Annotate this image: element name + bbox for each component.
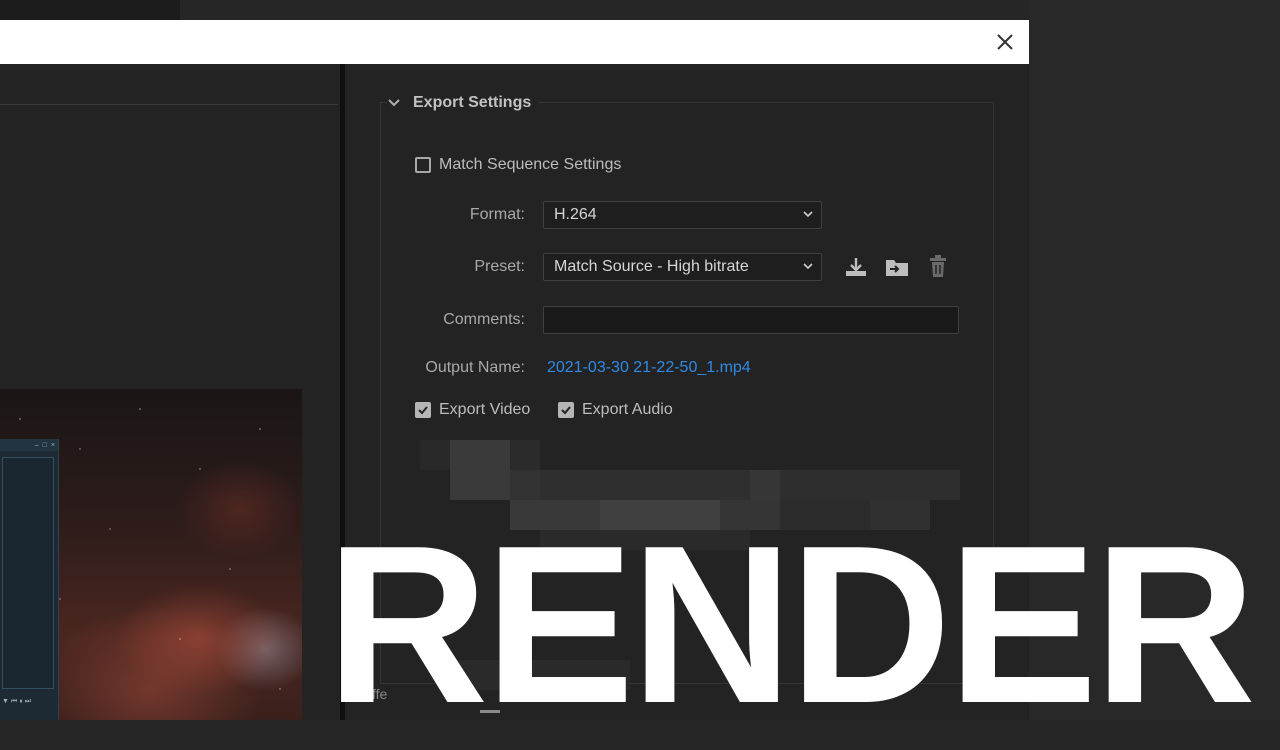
delete-preset-button[interactable]: [925, 254, 951, 280]
format-dropdown[interactable]: H.264: [543, 201, 822, 229]
app-top-strip: [0, 0, 180, 20]
save-preset-icon: [846, 258, 866, 276]
delete-preset-icon: [930, 255, 946, 277]
import-preset-icon: [886, 260, 908, 276]
dialog-titlebar: [0, 20, 1029, 64]
output-name-label: Output Name:: [425, 359, 525, 376]
preset-dropdown[interactable]: Match Source - High bitrate: [543, 253, 822, 281]
pixel-block: [540, 470, 750, 500]
export-video-checkbox[interactable]: Export Video: [415, 401, 530, 419]
pixel-block: [510, 470, 540, 500]
section-title: Export Settings: [413, 94, 532, 111]
nested-content: [2, 457, 54, 689]
nested-playback-controls: ▼⏮⏸⏭: [2, 698, 34, 705]
export-video-label: Export Video: [439, 401, 531, 418]
video-preview: – □ × ▼⏮⏸⏭: [0, 389, 302, 720]
checkbox-box[interactable]: [415, 157, 431, 173]
nested-maximize-icon: □: [42, 441, 47, 449]
preset-label: Preset:: [474, 258, 525, 275]
nested-app-window: – □ × ▼⏮⏸⏭: [0, 439, 59, 720]
checkbox-box[interactable]: [558, 402, 574, 418]
source-preview-pane: – □ × ▼⏮⏸⏭: [0, 64, 340, 720]
match-sequence-label: Match Sequence Settings: [439, 156, 622, 173]
export-audio-checkbox[interactable]: Export Audio: [558, 401, 673, 419]
pixel-block: [420, 440, 450, 470]
save-preset-button[interactable]: [843, 254, 869, 280]
pixel-block: [510, 440, 540, 470]
chevron-down-icon: [803, 211, 813, 218]
chevron-down-icon: [803, 263, 813, 270]
tab-divider: [0, 104, 338, 105]
nested-minimize-icon: –: [34, 441, 39, 449]
checkbox-box[interactable]: [415, 402, 431, 418]
import-preset-button[interactable]: [884, 254, 910, 280]
nested-titlebar: – □ ×: [0, 439, 58, 451]
nested-close-icon: ×: [50, 441, 55, 449]
close-button[interactable]: [991, 28, 1019, 56]
export-settings-header[interactable]: Export Settings: [387, 94, 540, 112]
pixel-block: [450, 440, 510, 500]
checkmark-icon: [561, 406, 571, 415]
chevron-down-icon: [388, 99, 400, 107]
comments-label: Comments:: [443, 311, 525, 328]
output-name-link[interactable]: 2021-03-30 21-22-50_1.mp4: [547, 359, 751, 377]
preset-value: Match Source - High bitrate: [554, 258, 749, 275]
format-value: H.264: [554, 206, 597, 223]
export-audio-label: Export Audio: [582, 401, 673, 418]
format-label: Format:: [469, 206, 525, 223]
render-overlay-text: RENDER: [326, 498, 1256, 750]
close-icon: [997, 34, 1013, 50]
match-sequence-checkbox[interactable]: Match Sequence Settings: [415, 156, 621, 174]
checkmark-icon: [418, 406, 428, 415]
pixel-block: [750, 470, 780, 500]
comments-field[interactable]: [543, 306, 959, 334]
pixel-block: [780, 470, 960, 500]
